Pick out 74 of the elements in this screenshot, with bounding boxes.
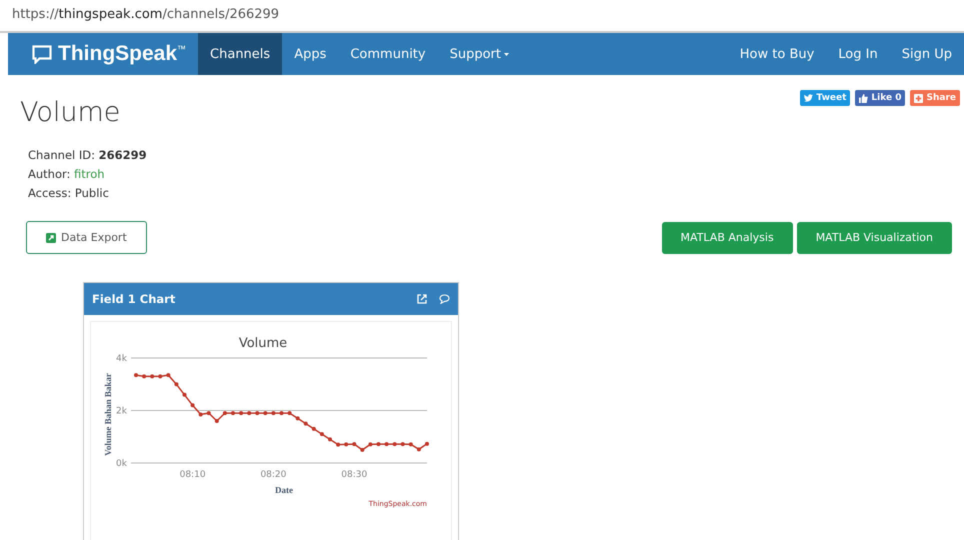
- data-point: [384, 442, 389, 446]
- data-point: [190, 403, 195, 408]
- nav-link[interactable]: Sign Up: [890, 33, 964, 75]
- plus-icon: [914, 94, 924, 102]
- data-point: [392, 442, 397, 446]
- x-tick-label: 08:30: [341, 470, 368, 480]
- data-point: [198, 412, 203, 416]
- data-point: [336, 442, 340, 447]
- external-link-icon[interactable]: [417, 294, 427, 304]
- data-point: [206, 411, 211, 416]
- brand-logo[interactable]: ThingSpeak$^{™}$: [8, 33, 198, 75]
- social-button[interactable]: Tweet: [800, 90, 850, 106]
- data-point: [231, 411, 235, 416]
- data-point: [312, 426, 316, 431]
- y-tick-label: 4k: [116, 354, 127, 364]
- x-tick-label: 08:20: [260, 470, 286, 480]
- data-point: [360, 448, 364, 452]
- nav-tab[interactable]: Community: [338, 33, 438, 75]
- speech-bubble-icon: [32, 44, 52, 64]
- data-point: [166, 373, 170, 378]
- channel-id: Channel ID: 266299: [28, 148, 147, 162]
- data-point: [400, 442, 405, 446]
- data-point: [280, 411, 284, 416]
- matlab-button[interactable]: MATLAB Visualization: [796, 222, 952, 254]
- nav-tab[interactable]: Apps: [282, 33, 338, 75]
- nav-link[interactable]: How to Buy: [728, 33, 826, 75]
- data-point: [150, 374, 154, 378]
- data-point: [416, 447, 421, 452]
- card-title: Field 1 Chart: [92, 292, 176, 306]
- data-point: [368, 442, 372, 446]
- y-axis-label: Volume Bahan Bakar: [103, 373, 113, 456]
- export-icon: [46, 232, 56, 242]
- chart-title: Volume: [238, 336, 288, 351]
- access-info: Access: Public: [28, 186, 109, 200]
- data-point: [288, 411, 292, 416]
- data-point: [174, 382, 178, 386]
- data-point: [142, 374, 146, 378]
- data-point: [239, 411, 244, 416]
- bird-icon: [804, 94, 814, 102]
- social-button[interactable]: Share: [910, 90, 960, 106]
- data-point: [134, 373, 138, 378]
- data-point: [344, 442, 348, 446]
- data-point: [320, 432, 324, 436]
- nav-link[interactable]: Log In: [826, 33, 890, 75]
- data-point: [296, 416, 300, 420]
- nav-tab[interactable]: Channels: [198, 33, 282, 75]
- social-button[interactable]: Like 0: [855, 90, 906, 106]
- author-label: Author:: [28, 167, 70, 181]
- data-point: [247, 411, 252, 416]
- x-axis-label: Date: [275, 485, 293, 495]
- data-point: [263, 411, 268, 416]
- comment-icon[interactable]: [439, 294, 450, 304]
- data-point: [425, 442, 429, 446]
- data-point: [182, 392, 186, 397]
- data-point: [158, 374, 162, 378]
- brand-name: ThingSpeak$^{™}$: [58, 42, 186, 66]
- data-point: [255, 411, 260, 416]
- data-point: [328, 437, 332, 442]
- data-export-button[interactable]: Data Export: [26, 221, 147, 254]
- x-tick-label: 08:10: [180, 470, 206, 480]
- data-point: [376, 442, 380, 446]
- y-tick-label: 0k: [116, 459, 127, 469]
- data-point: [304, 422, 308, 426]
- data-point: [271, 411, 276, 416]
- thumbs-up-icon: [859, 94, 868, 102]
- data-point: [222, 411, 227, 416]
- matlab-button[interactable]: MATLAB Analysis: [662, 222, 793, 254]
- data-point: [408, 442, 413, 446]
- y-tick-label: 2k: [116, 406, 127, 416]
- nav-tab[interactable]: Support: [438, 33, 523, 75]
- data-point: [214, 419, 219, 423]
- author-link[interactable]: fitroh: [74, 167, 105, 181]
- data-point: [352, 442, 356, 446]
- channel-title: Volume: [20, 97, 120, 128]
